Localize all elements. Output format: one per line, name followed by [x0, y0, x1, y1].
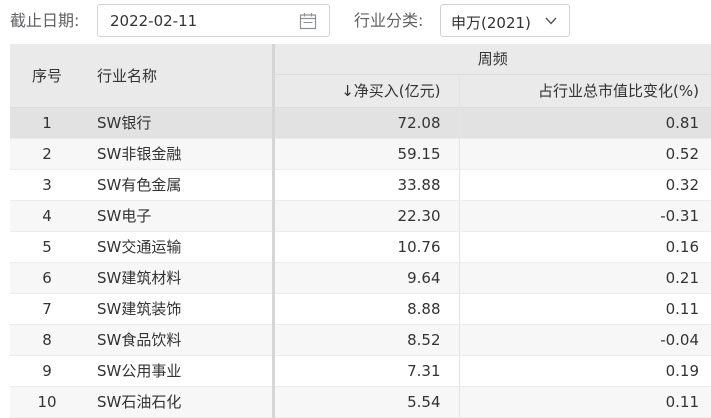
- date-label: 截止日期:: [10, 11, 80, 30]
- row-net-buy: 22.30: [273, 200, 460, 232]
- row-index: 7: [10, 293, 84, 325]
- row-mv-change: -0.04: [459, 324, 711, 356]
- row-net-buy: 33.88: [273, 169, 460, 201]
- row-index: 1: [10, 107, 84, 139]
- header-mv-change[interactable]: 占行业总市值比变化(%): [459, 74, 711, 108]
- header-index: 序号: [10, 44, 84, 108]
- row-industry-name: SW食品饮料: [84, 324, 275, 356]
- table-row[interactable]: 8 SW食品饮料 8.52 -0.04: [10, 324, 711, 356]
- row-mv-change: 0.32: [459, 169, 711, 201]
- row-index: 10: [10, 386, 84, 418]
- row-net-buy: 8.52: [273, 324, 460, 356]
- row-industry-name: SW建筑材料: [84, 262, 275, 294]
- row-index: 6: [10, 262, 84, 294]
- row-net-buy: 7.31: [273, 355, 460, 387]
- row-mv-change: 0.81: [459, 107, 711, 139]
- table-row[interactable]: 3 SW有色金属 33.88 0.32: [10, 169, 711, 201]
- row-industry-name: SW电子: [84, 200, 275, 232]
- header-net-buy[interactable]: ↓净买入(亿元): [273, 74, 460, 108]
- row-mv-change: 0.11: [459, 293, 711, 325]
- calendar-icon[interactable]: [299, 12, 317, 30]
- row-industry-name: SW石油石化: [84, 386, 275, 418]
- industry-label: 行业分类:: [354, 11, 424, 30]
- date-value: 2022-02-11: [110, 12, 198, 30]
- industry-select[interactable]: 申万(2021): [440, 4, 570, 37]
- row-index: 8: [10, 324, 84, 356]
- header-weekly-group: 周频: [273, 44, 711, 75]
- table-row[interactable]: 4 SW电子 22.30 -0.31: [10, 200, 711, 232]
- table-row[interactable]: 7 SW建筑装饰 8.88 0.11: [10, 293, 711, 325]
- chevron-down-icon[interactable]: [544, 15, 558, 27]
- row-net-buy: 59.15: [273, 138, 460, 170]
- row-net-buy: 5.54: [273, 386, 460, 418]
- table-row[interactable]: 9 SW公用事业 7.31 0.19: [10, 355, 711, 387]
- row-net-buy: 10.76: [273, 231, 460, 263]
- row-index: 3: [10, 169, 84, 201]
- table-row[interactable]: 6 SW建筑材料 9.64 0.21: [10, 262, 711, 294]
- table-row[interactable]: 2 SW非银金融 59.15 0.52: [10, 138, 711, 170]
- row-mv-change: 0.11: [459, 386, 711, 418]
- row-industry-name: SW交通运输: [84, 231, 275, 263]
- row-net-buy: 72.08: [273, 107, 460, 139]
- row-net-buy: 8.88: [273, 293, 460, 325]
- row-mv-change: 0.52: [459, 138, 711, 170]
- row-industry-name: SW公用事业: [84, 355, 275, 387]
- industry-flow-table: 序号 行业名称 周频 ↓净买入(亿元) 占行业总市值比变化(%) 1 SW银行 …: [10, 44, 711, 418]
- header-industry-name: 行业名称: [84, 44, 275, 108]
- row-industry-name: SW建筑装饰: [84, 293, 275, 325]
- row-industry-name: SW非银金融: [84, 138, 275, 170]
- row-industry-name: SW银行: [84, 107, 275, 139]
- row-index: 2: [10, 138, 84, 170]
- row-industry-name: SW有色金属: [84, 169, 275, 201]
- row-mv-change: 0.16: [459, 231, 711, 263]
- table-row[interactable]: 10 SW石油石化 5.54 0.11: [10, 386, 711, 418]
- row-net-buy: 9.64: [273, 262, 460, 294]
- industry-value: 申万(2021): [451, 14, 531, 32]
- table-row[interactable]: 5 SW交通运输 10.76 0.16: [10, 231, 711, 263]
- row-index: 4: [10, 200, 84, 232]
- date-picker-input[interactable]: 2022-02-11: [97, 4, 330, 37]
- filter-bar: 截止日期: 2022-02-11 行业分类: 申万(2021): [0, 0, 711, 44]
- row-mv-change: 0.21: [459, 262, 711, 294]
- row-mv-change: 0.19: [459, 355, 711, 387]
- row-index: 5: [10, 231, 84, 263]
- table-row[interactable]: 1 SW银行 72.08 0.81: [10, 107, 711, 139]
- row-mv-change: -0.31: [459, 200, 711, 232]
- row-index: 9: [10, 355, 84, 387]
